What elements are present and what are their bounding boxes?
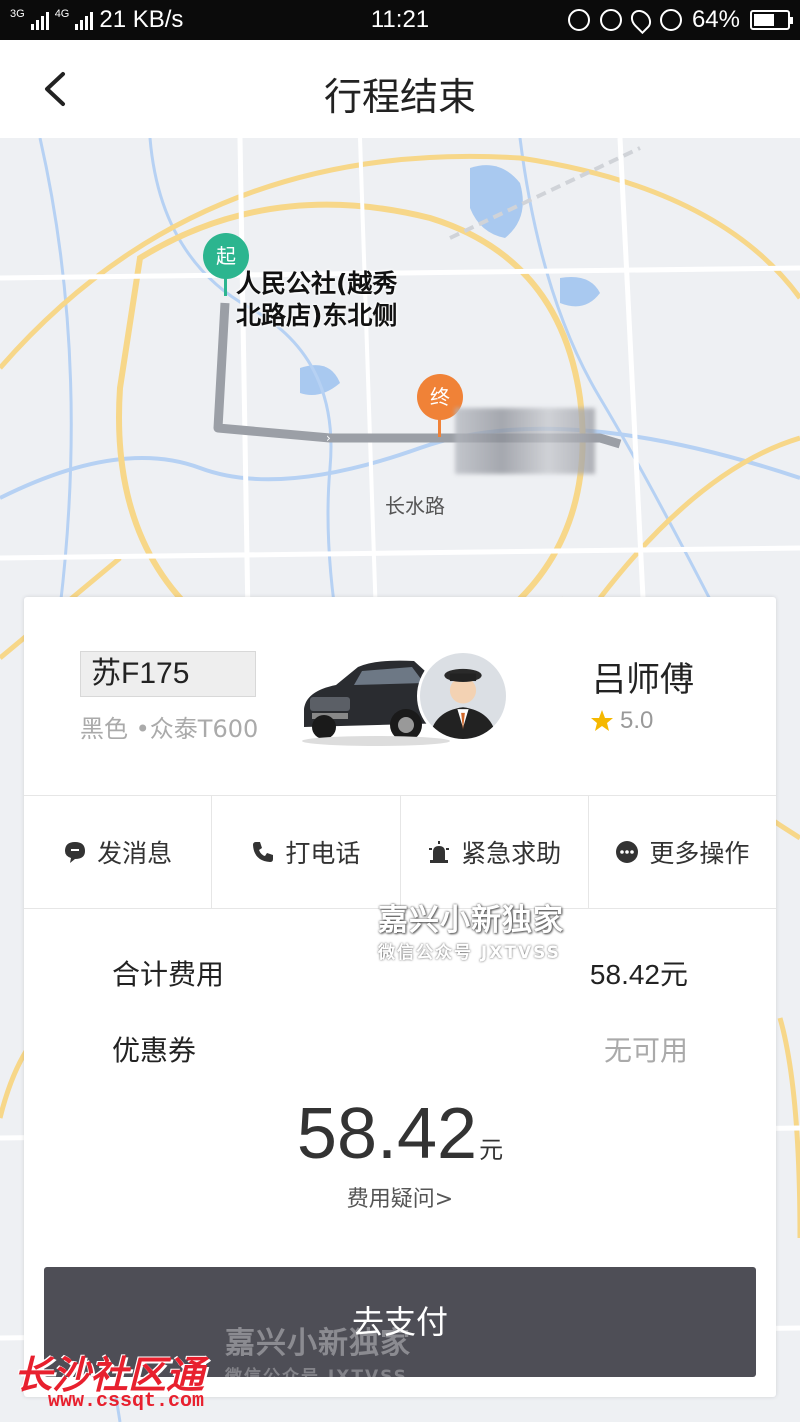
call-label: 打电话 [285, 839, 361, 868]
car-description: 黑色 •众泰T600 [80, 715, 259, 743]
watermark-subtitle-faint: 微信公众号 JXTVSS [225, 1367, 408, 1387]
amount-number: 58.42 [296, 1094, 478, 1174]
location-icon [626, 5, 656, 35]
coupon-row[interactable]: 优惠券 无可用 [112, 1029, 688, 1069]
end-pin-stick [438, 419, 441, 437]
star-icon [591, 710, 613, 731]
start-label-line2: 北路店)东北侧 [236, 301, 398, 330]
phone-icon [253, 842, 274, 862]
action-bar: 发消息 打电话 紧急求助 更多操作 [24, 795, 776, 909]
svg-text:›: › [326, 431, 331, 445]
alarm-clock-icon [659, 9, 682, 31]
send-message-button[interactable]: 发消息 [24, 796, 213, 908]
emergency-help-button[interactable]: 紧急求助 [401, 796, 589, 908]
site-url-watermark: www.cssqt.com [48, 1390, 205, 1413]
mute-icon [567, 9, 590, 31]
watermark-title: 嘉兴小新独家 [378, 903, 564, 938]
driver-name: 吕师傅 [592, 660, 694, 700]
fare-question-link[interactable]: 费用疑问> [24, 1181, 776, 1213]
total-fare-value: 58.42元 [589, 959, 688, 990]
amount-unit: 元 [479, 1137, 504, 1164]
status-bar: 3G 4G 21 KB/s 11:21 64% [0, 0, 800, 40]
message-icon [65, 842, 86, 863]
driver-avatar-icon [429, 668, 497, 739]
watermark-title-faint: 嘉兴小新独家 [225, 1326, 411, 1361]
driver-avatar[interactable] [417, 650, 509, 742]
redacted-destination [455, 408, 595, 474]
coupon-label: 优惠券 [112, 1034, 197, 1067]
rotation-lock-icon [599, 9, 622, 31]
emergency-help-label: 紧急求助 [461, 839, 562, 868]
page-title: 行程结束 [323, 75, 476, 119]
more-actions-button[interactable]: 更多操作 [589, 796, 776, 908]
top-nav-bar: 行程结束 [0, 40, 800, 138]
alarm-icon [429, 841, 450, 863]
more-actions-label: 更多操作 [649, 839, 750, 868]
trip-summary-card: 苏F175 黑色 •众泰T600 吕师傅 5.0 发消息 打电话 紧急求助 更多… [24, 597, 776, 1397]
amount-due: 58.42元 [24, 1093, 776, 1175]
call-button[interactable]: 打电话 [212, 796, 401, 908]
driver-rating: 5.0 [590, 707, 653, 735]
battery-percent: 64% [691, 6, 740, 33]
rating-value: 5.0 [620, 707, 654, 734]
send-message-label: 发消息 [97, 839, 173, 868]
license-plate: 苏F175 [80, 651, 256, 697]
start-location-label: 人民公社(越秀 北路店)东北侧 [236, 268, 397, 332]
start-pin-stick [224, 278, 227, 296]
road-label: 长水路 [385, 494, 445, 518]
battery-icon [750, 10, 793, 30]
coupon-value: 无可用 [603, 1034, 688, 1067]
start-label-line1: 人民公社(越秀 [236, 269, 398, 298]
total-fare-label: 合计费用 [112, 958, 225, 991]
more-icon [616, 841, 639, 863]
watermark-subtitle: 微信公众号 JXTVSS [378, 943, 561, 963]
